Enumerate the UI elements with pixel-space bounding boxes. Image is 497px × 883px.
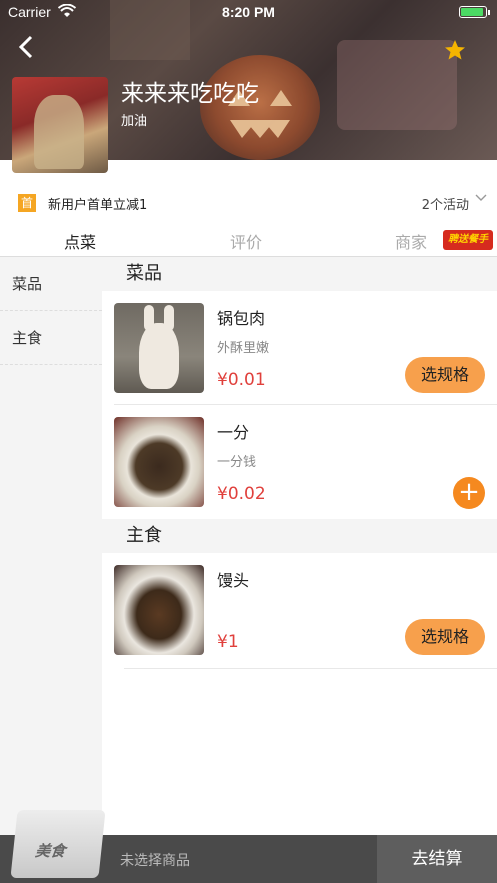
tab-bar: 点菜 评价 商家 聘送餐手: [0, 224, 497, 257]
activity-count: 2个活动: [421, 198, 469, 213]
shop-logo: [12, 77, 108, 173]
sidebar-item-staples[interactable]: 主食: [0, 311, 102, 365]
dish-image: [114, 303, 204, 393]
tab-order[interactable]: 点菜: [64, 229, 96, 253]
promo-text: 新用户首单立减1: [48, 198, 148, 213]
promo-badge: 首: [18, 194, 36, 212]
list-item[interactable]: 锅包肉 外酥里嫩 ¥0.01 选规格: [102, 291, 497, 405]
cart-status: 未选择商品: [120, 853, 190, 869]
dish-image: [114, 417, 204, 507]
dish-name: 一分: [217, 423, 250, 442]
dish-description: 一分钱: [217, 455, 257, 470]
tab-merchant[interactable]: 商家: [395, 229, 427, 253]
select-spec-button[interactable]: 选规格: [405, 619, 485, 655]
dish-name: 锅包肉: [217, 309, 266, 328]
add-to-cart-button[interactable]: +: [453, 477, 485, 509]
back-button[interactable]: [16, 34, 46, 68]
dish-image: [114, 565, 204, 655]
cart-logo-text: 美食: [34, 842, 67, 860]
list-item[interactable]: 馒头 ¥1 选规格: [102, 553, 497, 669]
status-bar: Carrier 8:20 PM: [0, 0, 497, 24]
select-spec-button[interactable]: 选规格: [405, 357, 485, 393]
section-header: 菜品: [102, 257, 497, 291]
clock: 8:20 PM: [222, 4, 275, 20]
shop-tagline: 加油: [121, 114, 148, 129]
tab-reviews[interactable]: 评价: [230, 229, 262, 253]
battery-icon: [459, 6, 490, 18]
checkout-button[interactable]: 去结算: [377, 835, 497, 883]
dish-price: ¥0.01: [217, 370, 266, 390]
list-item[interactable]: 一分 一分钱 ¥0.02 +: [102, 405, 497, 519]
cart-icon[interactable]: 美食: [10, 810, 106, 878]
chevron-down-icon: [475, 192, 487, 206]
dish-price: ¥0.02: [217, 484, 266, 504]
section-header: 主食: [102, 519, 497, 553]
menu-list: 菜品 锅包肉 外酥里嫩 ¥0.01 选规格 一分 一分钱 ¥0.02 + 主食 …: [102, 257, 497, 835]
dish-description: 外酥里嫩: [217, 341, 270, 356]
category-sidebar: 菜品 主食: [0, 257, 102, 835]
promo-bar[interactable]: 首 新用户首单立减1 2个活动: [0, 180, 497, 224]
recruit-badge[interactable]: 聘送餐手: [443, 230, 493, 250]
dish-price: ¥1: [217, 632, 239, 652]
dish-name: 馒头: [217, 571, 250, 590]
sidebar-item-dishes[interactable]: 菜品: [0, 257, 102, 311]
chevron-left-icon: [18, 35, 33, 59]
shop-name: 来来来吃吃吃: [121, 81, 259, 107]
star-icon: [445, 40, 465, 60]
favorite-button[interactable]: [443, 38, 467, 69]
